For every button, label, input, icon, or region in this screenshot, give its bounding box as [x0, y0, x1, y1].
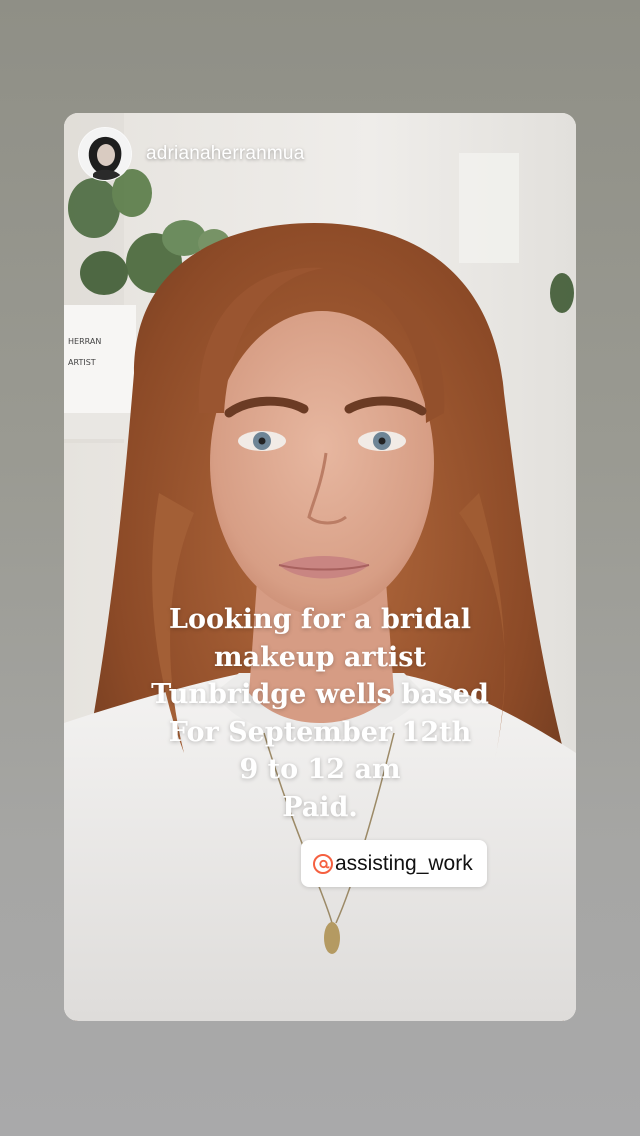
avatar-portrait-icon — [79, 128, 131, 180]
svg-text:ARTIST: ARTIST — [68, 358, 96, 367]
caption-line: For September 12th — [168, 716, 472, 748]
profile-avatar[interactable] — [78, 127, 132, 181]
story-caption: Looking for a bridal makeup artist Tunbr… — [64, 601, 576, 826]
svg-text:HERRAN: HERRAN — [68, 337, 101, 346]
caption-line: 9 to 12 am — [239, 754, 401, 785]
mention-sticker[interactable]: assisting_work — [301, 840, 487, 887]
story-header: adrianaherranmua — [78, 127, 304, 181]
story-username[interactable]: adrianaherranmua — [146, 143, 304, 165]
mention-handle: assisting_work — [335, 851, 473, 875]
caption-line: Looking for a bridal — [168, 604, 471, 635]
story-card[interactable]: HERRAN ARTIST adrianaherranmua Looking f… — [64, 113, 576, 1021]
threads-icon — [313, 853, 333, 874]
caption-line: Paid. — [282, 791, 358, 823]
caption-line: Tunbridge wells based — [151, 679, 489, 710]
caption-line: makeup artist — [214, 641, 426, 673]
